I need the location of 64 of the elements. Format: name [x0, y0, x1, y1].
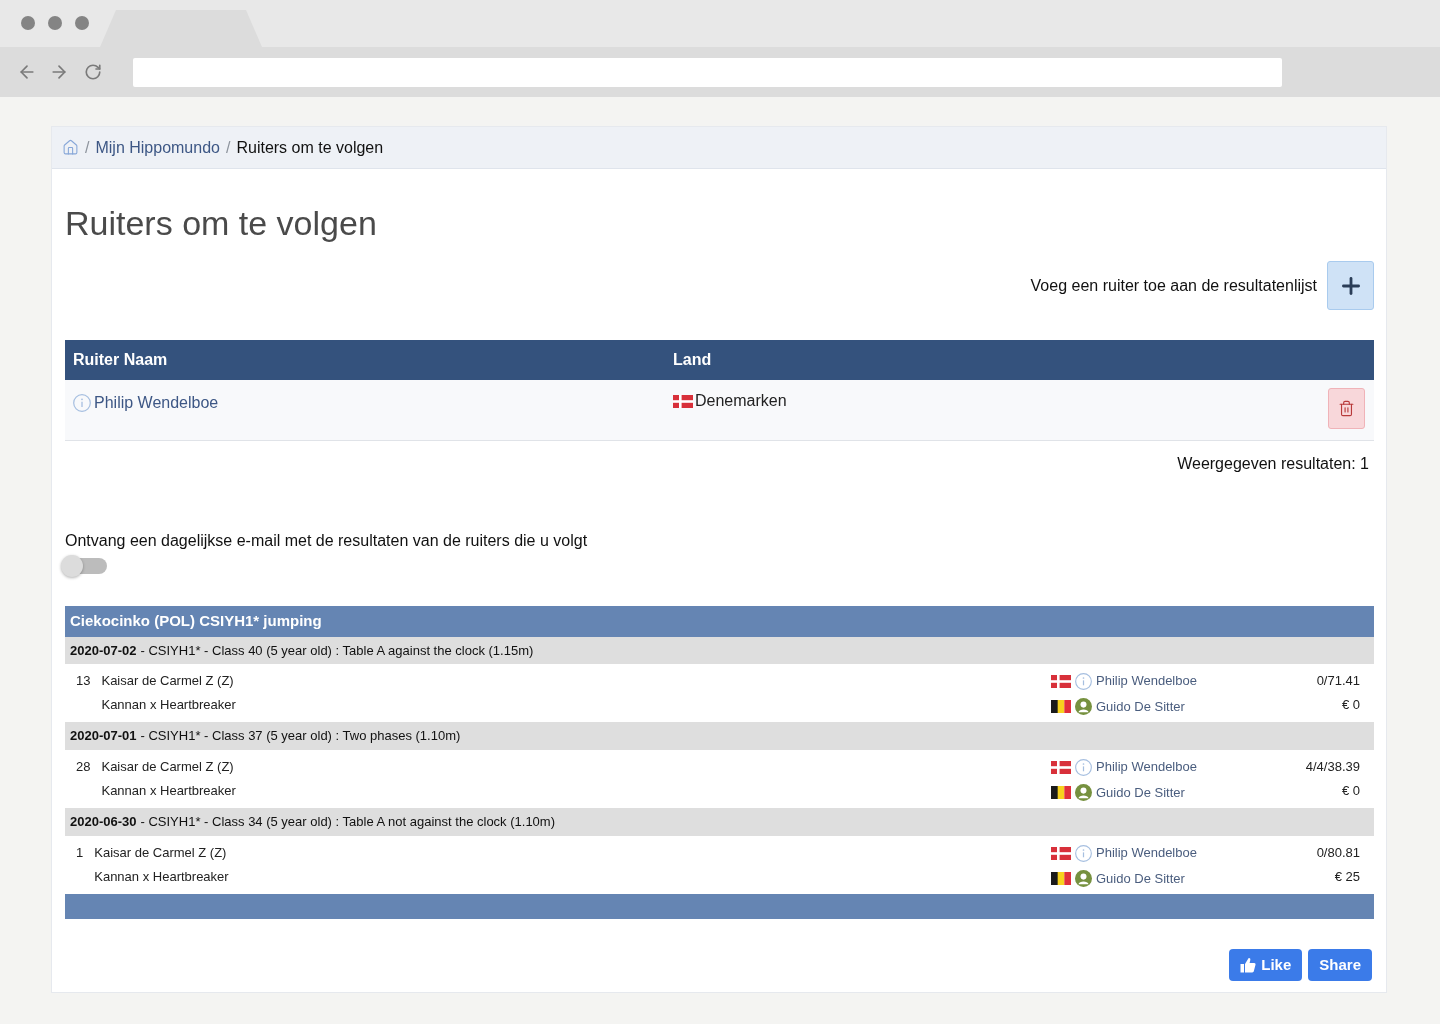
info-icon[interactable]: [73, 394, 91, 412]
owner-link[interactable]: Guido De Sitter: [1096, 782, 1185, 803]
address-field[interactable]: [133, 57, 1282, 87]
class-title: - CSIYH1* - Class 40 (5 year old) : Table A against the clock (1.15m): [140, 641, 534, 660]
rider-link[interactable]: Philip Wendelboe: [1096, 757, 1197, 777]
pedigree-text: Kannan x Heartbreaker: [94, 868, 230, 886]
competition-title: Ciekocinko (POL) CSIYH1* jumping: [70, 611, 322, 632]
pedigree-text: Kannan x Heartbreaker: [101, 696, 237, 714]
prize-text: € 0: [1340, 782, 1360, 800]
info-icon[interactable]: [1075, 672, 1092, 690]
denmark-flag-icon: [673, 394, 693, 408]
horse-name: Kaisar de Carmel Z (Z): [94, 844, 228, 862]
denmark-flag-icon: [1051, 760, 1071, 774]
person-icon: [1075, 784, 1092, 801]
breadcrumb-separator: /: [85, 137, 90, 158]
class-date: 2020-07-02: [70, 641, 137, 660]
rank-text: 28: [76, 758, 91, 776]
breadcrumb-current: Ruiters om te volgen: [236, 137, 384, 158]
horse-name: Kaisar de Carmel Z (Z): [101, 672, 235, 690]
rider-link[interactable]: Philip Wendelboe: [94, 391, 219, 415]
rider-link[interactable]: Philip Wendelboe: [1096, 843, 1197, 863]
add-rider-label: Voeg een ruiter toe aan de resultatenlijst: [1030, 275, 1317, 296]
horse-name: Kaisar de Carmel Z (Z): [101, 758, 235, 776]
owner-link[interactable]: Guido De Sitter: [1096, 696, 1185, 717]
result-text: 0/71.41: [1315, 672, 1360, 690]
share-button[interactable]: Share: [1308, 949, 1372, 981]
belgium-flag-icon: [1051, 700, 1071, 713]
page-title: Ruiters om te volgen: [65, 203, 378, 243]
class-title: - CSIYH1* - Class 34 (5 year old) : Table A not against the clock (1.10m): [140, 813, 555, 832]
thumbs-up-icon: [1240, 957, 1257, 973]
class-date: 2020-06-30: [70, 813, 137, 832]
info-icon[interactable]: [1075, 758, 1092, 776]
results-count: Weergegeven resultaten: 1: [1177, 454, 1369, 474]
denmark-flag-icon: [1051, 674, 1071, 688]
result-text: 4/4/38.39: [1304, 758, 1360, 776]
denmark-flag-icon: [1051, 846, 1071, 860]
class-date: 2020-07-01: [70, 727, 137, 746]
pedigree-text: Kannan x Heartbreaker: [101, 782, 237, 800]
person-icon: [1075, 698, 1092, 715]
email-toggle-label: Ontvang een dagelijkse e-mail met de resultaten van de ruiters die u volgt: [65, 531, 589, 551]
column-header: Land: [673, 350, 713, 370]
country-text: Denemarken: [695, 391, 787, 411]
delete-button[interactable]: [1328, 388, 1365, 429]
reload-icon[interactable]: [84, 63, 102, 81]
home-icon[interactable]: [62, 139, 79, 156]
column-header: Ruiter Naam: [72, 350, 169, 370]
belgium-flag-icon: [1051, 872, 1071, 885]
info-icon[interactable]: [1075, 844, 1092, 862]
prize-text: € 0: [1340, 696, 1360, 714]
owner-link[interactable]: Guido De Sitter: [1096, 868, 1185, 889]
breadcrumb-link[interactable]: Mijn Hippomundo: [95, 135, 220, 160]
add-rider-button[interactable]: [1327, 261, 1374, 310]
person-icon: [1075, 870, 1092, 887]
rider-link[interactable]: Philip Wendelboe: [1096, 671, 1197, 691]
result-text: 0/80.81: [1315, 844, 1360, 862]
trash-icon: [1338, 400, 1355, 417]
belgium-flag-icon: [1051, 786, 1071, 799]
class-title: - CSIYH1* - Class 37 (5 year old) : Two phases (1.10m): [140, 727, 461, 746]
rank-text: 1: [76, 844, 84, 862]
like-button[interactable]: Like: [1229, 949, 1303, 981]
breadcrumb-separator: /: [225, 137, 231, 158]
toggle-switch[interactable]: [61, 555, 107, 577]
rank-text: 13: [76, 672, 91, 690]
prize-text: € 25: [1333, 868, 1360, 886]
